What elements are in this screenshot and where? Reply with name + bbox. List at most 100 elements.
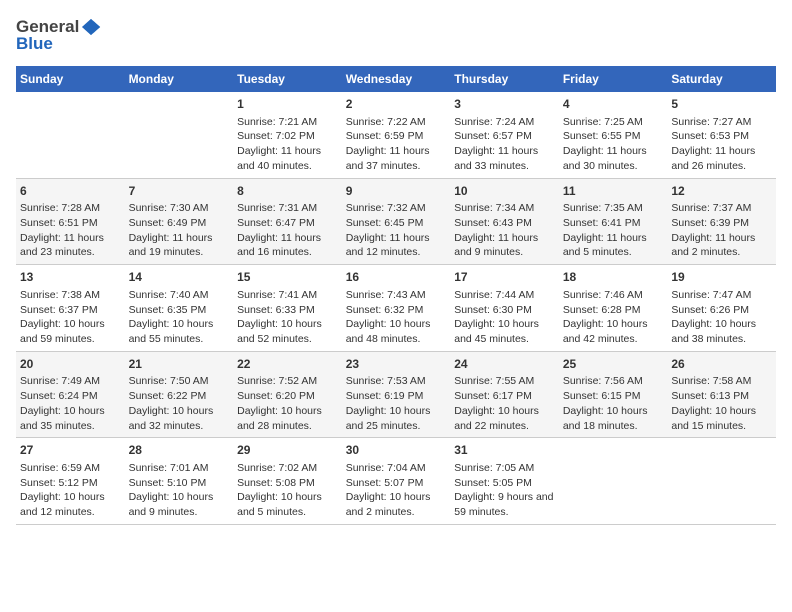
day-info: Sunrise: 7:35 AMSunset: 6:41 PMDaylight:…: [563, 201, 664, 260]
day-number: 17: [454, 269, 555, 286]
weekday-header-thursday: Thursday: [450, 66, 559, 92]
calendar-cell: [559, 438, 668, 525]
calendar-cell: 29Sunrise: 7:02 AMSunset: 5:08 PMDayligh…: [233, 438, 342, 525]
day-info: Sunrise: 7:30 AMSunset: 6:49 PMDaylight:…: [129, 201, 230, 260]
day-info: Sunrise: 7:04 AMSunset: 5:07 PMDaylight:…: [346, 461, 447, 520]
weekday-header-monday: Monday: [125, 66, 234, 92]
calendar-cell: 11Sunrise: 7:35 AMSunset: 6:41 PMDayligh…: [559, 178, 668, 265]
weekday-header-saturday: Saturday: [667, 66, 776, 92]
calendar-cell: 16 Sunrise: 7:43 AMSunset: 6:32 PMDayligh…: [342, 265, 451, 352]
calendar-cell: 25Sunrise: 7:56 AMSunset: 6:15 PMDayligh…: [559, 351, 668, 438]
day-info: Sunrise: 7:37 AMSunset: 6:39 PMDaylight:…: [671, 201, 772, 260]
calendar-cell: 2Sunrise: 7:22 AMSunset: 6:59 PMDaylight…: [342, 92, 451, 178]
day-number: 19: [671, 269, 772, 286]
day-number: 1: [237, 96, 338, 113]
logo-icon: [80, 16, 102, 38]
calendar-cell: 7Sunrise: 7:30 AMSunset: 6:49 PMDaylight…: [125, 178, 234, 265]
calendar-cell: 1 Sunrise: 7:21 AMSunset: 7:02 PMDaylight…: [233, 92, 342, 178]
day-info: Sunrise: 7:55 AMSunset: 6:17 PMDaylight:…: [454, 374, 555, 433]
day-number: 6: [20, 183, 121, 200]
weekday-header-row: SundayMondayTuesdayWednesdayThursdayFrid…: [16, 66, 776, 92]
day-info: Sunrise: 7:47 AMSunset: 6:26 PMDaylight:…: [671, 288, 772, 347]
calendar-cell: 20Sunrise: 7:49 AMSunset: 6:24 PMDayligh…: [16, 351, 125, 438]
day-number: 21: [129, 356, 230, 373]
day-number: 26: [671, 356, 772, 373]
day-info: Sunrise: 7:53 AMSunset: 6:19 PMDaylight:…: [346, 374, 447, 433]
day-number: 22: [237, 356, 338, 373]
day-number: 27: [20, 442, 121, 459]
day-info: Sunrise: 7:52 AMSunset: 6:20 PMDaylight:…: [237, 374, 338, 433]
calendar-cell: 5 Sunrise: 7:27 AMSunset: 6:53 PMDaylight…: [667, 92, 776, 178]
calendar-cell: 13 Sunrise: 7:38 AMSunset: 6:37 PMDayligh…: [16, 265, 125, 352]
calendar-cell: [667, 438, 776, 525]
calendar-cell: 27 Sunrise: 6:59 AMSunset: 5:12 PMDayligh…: [16, 438, 125, 525]
day-info: Sunrise: 7:25 AMSunset: 6:55 PMDaylight:…: [563, 115, 664, 174]
calendar-cell: 26Sunrise: 7:58 AMSunset: 6:13 PMDayligh…: [667, 351, 776, 438]
day-number: 3: [454, 96, 555, 113]
day-info: Sunrise: 7:58 AMSunset: 6:13 PMDaylight:…: [671, 374, 772, 433]
day-info: Sunrise: 6:59 AMSunset: 5:12 PMDaylight:…: [20, 461, 121, 520]
calendar-cell: 4 Sunrise: 7:25 AMSunset: 6:55 PMDaylight…: [559, 92, 668, 178]
day-number: 30: [346, 442, 447, 459]
calendar-cell: 10Sunrise: 7:34 AMSunset: 6:43 PMDayligh…: [450, 178, 559, 265]
weekday-header-wednesday: Wednesday: [342, 66, 451, 92]
calendar-cell: 12Sunrise: 7:37 AMSunset: 6:39 PMDayligh…: [667, 178, 776, 265]
day-number: 13: [20, 269, 121, 286]
day-info: Sunrise: 7:41 AMSunset: 6:33 PMDaylight:…: [237, 288, 338, 347]
day-info: Sunrise: 7:28 AMSunset: 6:51 PMDaylight:…: [20, 201, 121, 260]
day-number: 8: [237, 183, 338, 200]
calendar-week-row: 1 Sunrise: 7:21 AMSunset: 7:02 PMDaylight…: [16, 92, 776, 178]
calendar-cell: 9Sunrise: 7:32 AMSunset: 6:45 PMDaylight…: [342, 178, 451, 265]
day-info: Sunrise: 7:49 AMSunset: 6:24 PMDaylight:…: [20, 374, 121, 433]
calendar-week-row: 27 Sunrise: 6:59 AMSunset: 5:12 PMDayligh…: [16, 438, 776, 525]
day-info: Sunrise: 7:24 AMSunset: 6:57 PMDaylight:…: [454, 115, 555, 174]
calendar-cell: 6Sunrise: 7:28 AMSunset: 6:51 PMDaylight…: [16, 178, 125, 265]
calendar-week-row: 20Sunrise: 7:49 AMSunset: 6:24 PMDayligh…: [16, 351, 776, 438]
day-number: 5: [671, 96, 772, 113]
calendar-cell: 22Sunrise: 7:52 AMSunset: 6:20 PMDayligh…: [233, 351, 342, 438]
calendar-cell: [125, 92, 234, 178]
day-info: Sunrise: 7:27 AMSunset: 6:53 PMDaylight:…: [671, 115, 772, 174]
calendar-cell: [16, 92, 125, 178]
day-info: Sunrise: 7:38 AMSunset: 6:37 PMDaylight:…: [20, 288, 121, 347]
day-info: Sunrise: 7:32 AMSunset: 6:45 PMDaylight:…: [346, 201, 447, 260]
calendar-cell: 8Sunrise: 7:31 AMSunset: 6:47 PMDaylight…: [233, 178, 342, 265]
weekday-header-sunday: Sunday: [16, 66, 125, 92]
day-number: 9: [346, 183, 447, 200]
weekday-header-friday: Friday: [559, 66, 668, 92]
calendar-week-row: 6Sunrise: 7:28 AMSunset: 6:51 PMDaylight…: [16, 178, 776, 265]
calendar-cell: 21Sunrise: 7:50 AMSunset: 6:22 PMDayligh…: [125, 351, 234, 438]
day-info: Sunrise: 7:34 AMSunset: 6:43 PMDaylight:…: [454, 201, 555, 260]
day-info: Sunrise: 7:56 AMSunset: 6:15 PMDaylight:…: [563, 374, 664, 433]
calendar-cell: 23Sunrise: 7:53 AMSunset: 6:19 PMDayligh…: [342, 351, 451, 438]
calendar-cell: 18 Sunrise: 7:46 AMSunset: 6:28 PMDayligh…: [559, 265, 668, 352]
day-number: 18: [563, 269, 664, 286]
calendar-table: SundayMondayTuesdayWednesdayThursdayFrid…: [16, 66, 776, 525]
day-number: 11: [563, 183, 664, 200]
calendar-week-row: 13 Sunrise: 7:38 AMSunset: 6:37 PMDayligh…: [16, 265, 776, 352]
day-number: 23: [346, 356, 447, 373]
day-number: 24: [454, 356, 555, 373]
day-number: 25: [563, 356, 664, 373]
day-info: Sunrise: 7:21 AMSunset: 7:02 PMDaylight:…: [237, 115, 338, 174]
day-info: Sunrise: 7:43 AMSunset: 6:32 PMDaylight:…: [346, 288, 447, 347]
day-info: Sunrise: 7:05 AMSunset: 5:05 PMDaylight:…: [454, 461, 555, 520]
day-info: Sunrise: 7:46 AMSunset: 6:28 PMDaylight:…: [563, 288, 664, 347]
calendar-cell: 24Sunrise: 7:55 AMSunset: 6:17 PMDayligh…: [450, 351, 559, 438]
day-number: 7: [129, 183, 230, 200]
day-number: 28: [129, 442, 230, 459]
day-number: 4: [563, 96, 664, 113]
day-info: Sunrise: 7:40 AMSunset: 6:35 PMDaylight:…: [129, 288, 230, 347]
weekday-header-tuesday: Tuesday: [233, 66, 342, 92]
calendar-cell: 15Sunrise: 7:41 AMSunset: 6:33 PMDayligh…: [233, 265, 342, 352]
calendar-cell: 28 Sunrise: 7:01 AMSunset: 5:10 PMDayligh…: [125, 438, 234, 525]
day-number: 31: [454, 442, 555, 459]
calendar-cell: 30 Sunrise: 7:04 AMSunset: 5:07 PMDayligh…: [342, 438, 451, 525]
day-number: 16: [346, 269, 447, 286]
calendar-cell: 19 Sunrise: 7:47 AMSunset: 6:26 PMDayligh…: [667, 265, 776, 352]
day-info: Sunrise: 7:02 AMSunset: 5:08 PMDaylight:…: [237, 461, 338, 520]
logo: General Blue: [16, 16, 103, 54]
day-number: 12: [671, 183, 772, 200]
day-number: 10: [454, 183, 555, 200]
day-info: Sunrise: 7:01 AMSunset: 5:10 PMDaylight:…: [129, 461, 230, 520]
